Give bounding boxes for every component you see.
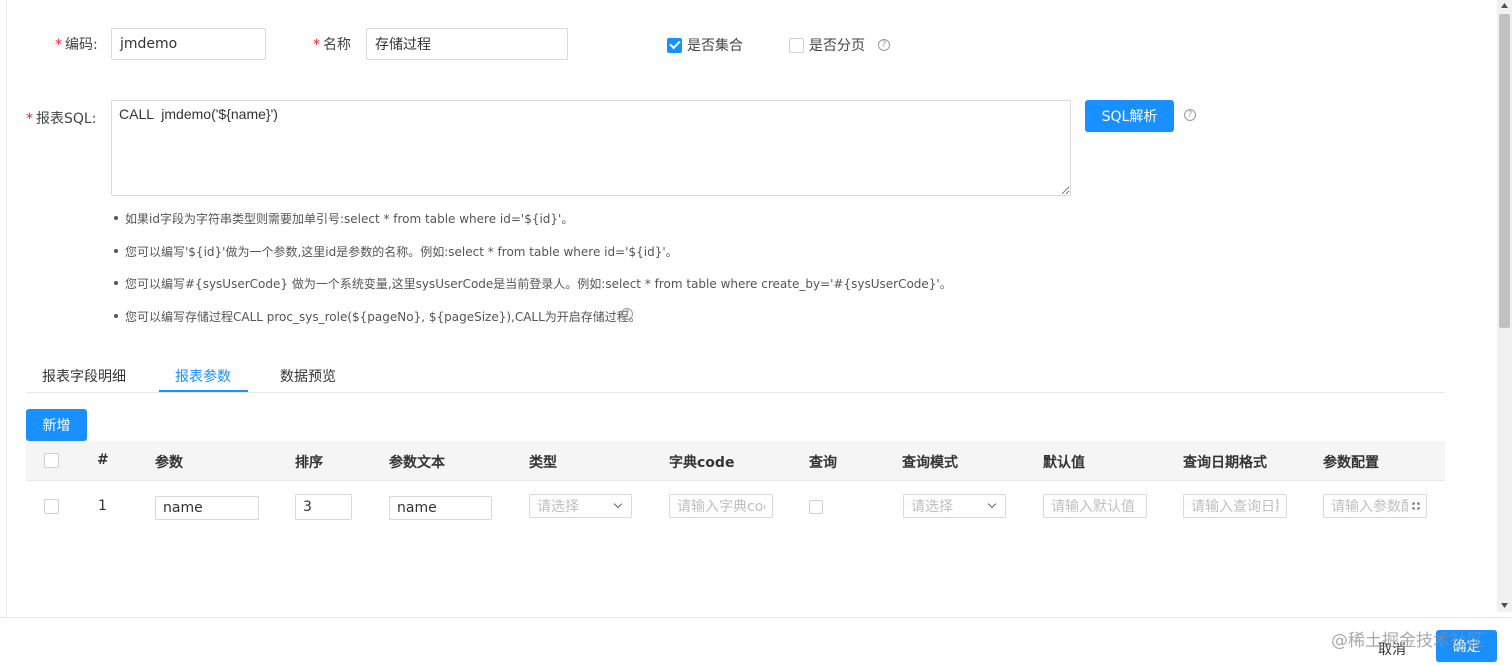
paging-help-icon[interactable]: ? <box>878 39 890 51</box>
add-button[interactable]: 新增 <box>26 409 87 441</box>
header-index: # <box>97 452 109 468</box>
query-checkbox[interactable] <box>809 500 823 514</box>
tip-item: 如果id字段为字符串类型则需要加单引号:select * from table … <box>113 212 574 226</box>
dict-code-input[interactable]: 请输入字典code <box>669 494 773 518</box>
collection-checkbox[interactable] <box>667 37 682 53</box>
sql-label-wrap: * 报表SQL: <box>26 111 97 127</box>
name-label: 名称 <box>323 37 351 53</box>
code-label: 编码: <box>65 37 98 53</box>
scroll-down-icon[interactable] <box>1500 601 1509 609</box>
tip-help-icon[interactable]: ? <box>621 308 633 320</box>
type-select[interactable]: 请选择 <box>529 494 632 518</box>
paging-label: 是否分页 <box>809 38 865 54</box>
footer-divider <box>0 617 1512 618</box>
chevron-down-icon <box>613 499 623 509</box>
tab-field-details[interactable]: 报表字段明细 <box>42 366 126 386</box>
sql-label: 报表SQL: <box>36 111 97 127</box>
sql-parse-button[interactable]: SQL解析 <box>1085 100 1174 132</box>
scroll-up-icon[interactable] <box>1500 2 1509 10</box>
watermark: @稀土掘金技术社区 <box>1331 631 1484 651</box>
row-checkbox[interactable] <box>44 499 59 514</box>
scrollbar-thumb[interactable] <box>1499 14 1510 328</box>
tab-active-indicator <box>159 390 248 392</box>
param-text-input[interactable]: name <box>389 496 492 520</box>
code-input[interactable]: jmdemo <box>111 28 266 60</box>
header-type: 类型 <box>529 455 557 471</box>
vertical-scrollbar[interactable] <box>1497 0 1512 612</box>
header-order: 排序 <box>295 455 323 471</box>
name-input[interactable]: 存储过程 <box>366 28 568 60</box>
chevron-down-icon <box>987 499 997 509</box>
code-label-wrap: * 编码: <box>55 37 98 53</box>
collection-label: 是否集合 <box>687 38 743 54</box>
tabs-divider <box>26 392 1445 393</box>
name-label-wrap: * 名称 <box>313 37 351 53</box>
expand-icon[interactable] <box>1411 501 1421 511</box>
tab-data-preview[interactable]: 数据预览 <box>280 366 336 386</box>
default-value-input[interactable]: 请输入默认值 <box>1043 494 1147 518</box>
modal-left-border <box>6 0 7 617</box>
tip-item: 您可以编写#{sysUserCode} 做为一个系统变量,这里sysUserCo… <box>114 277 952 291</box>
param-config-input[interactable]: 请输入参数配置 <box>1323 494 1427 518</box>
sql-help-icon[interactable]: ? <box>1184 109 1196 121</box>
header-param: 参数 <box>155 455 183 471</box>
paging-checkbox-wrap[interactable]: 是否分页 ? <box>789 35 890 55</box>
row-index: 1 <box>98 498 107 514</box>
header-param-text: 参数文本 <box>389 455 445 471</box>
param-input[interactable]: name <box>155 496 259 520</box>
query-mode-select[interactable]: 请选择 <box>903 494 1006 518</box>
header-date-format: 查询日期格式 <box>1183 455 1267 471</box>
header-query-mode: 查询模式 <box>902 455 958 471</box>
header-default-value: 默认值 <box>1043 455 1085 471</box>
tip-item: 您可以编写存储过程CALL proc_sys_role(${pageNo}, $… <box>114 310 641 324</box>
name-input-value: 存储过程 <box>375 37 431 53</box>
order-stepper[interactable]: 3 <box>295 494 352 520</box>
header-param-config: 参数配置 <box>1323 455 1379 471</box>
sql-textarea[interactable] <box>111 100 1071 196</box>
code-input-value: jmdemo <box>120 36 178 52</box>
collection-checkbox-wrap[interactable]: 是否集合 <box>667 35 743 55</box>
header-query: 查询 <box>809 455 837 471</box>
select-all-checkbox[interactable] <box>44 453 59 468</box>
paging-checkbox[interactable] <box>789 37 804 53</box>
sql-tips-list: 如果id字段为字符串类型则需要加单引号:select * from table … <box>113 208 1025 328</box>
tab-report-params[interactable]: 报表参数 <box>175 366 231 386</box>
date-format-input[interactable]: 请输入查询日期格式 <box>1183 494 1287 518</box>
header-dict-code: 字典code <box>669 455 735 471</box>
tip-item: 您可以编写'${id}'做为一个参数,这里id是参数的名称。例如:select … <box>114 245 678 259</box>
